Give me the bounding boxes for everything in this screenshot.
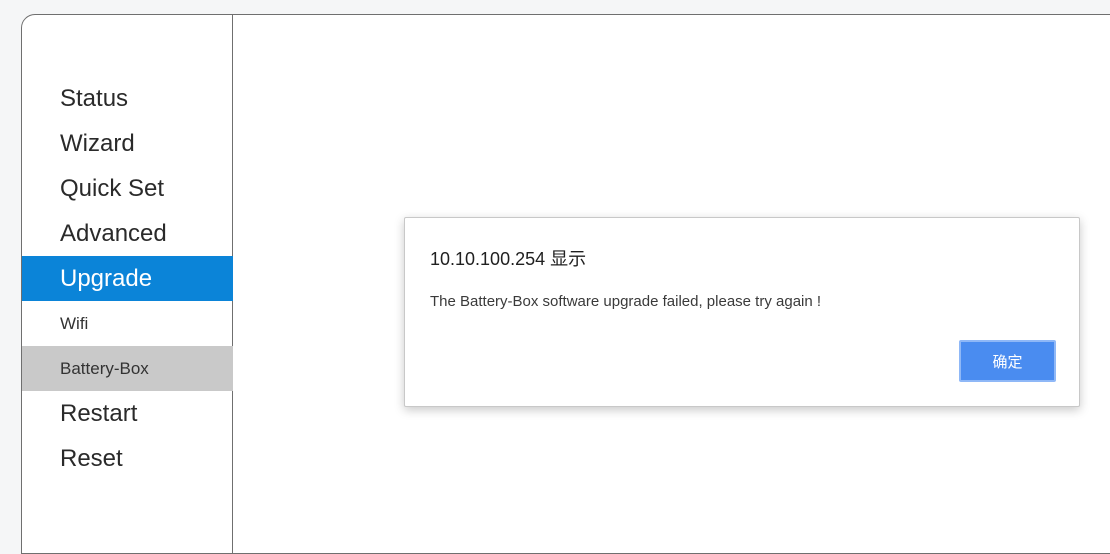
sidebar-subitem-wifi[interactable]: Wifi (22, 301, 233, 346)
sidebar-item-advanced[interactable]: Advanced (22, 211, 233, 256)
sidebar-item-reset[interactable]: Reset (22, 436, 233, 481)
ok-button[interactable]: 确定 (959, 340, 1056, 382)
sidebar-item-wizard[interactable]: Wizard (22, 121, 233, 166)
sidebar-item-quick-set[interactable]: Quick Set (22, 166, 233, 211)
alert-dialog: 10.10.100.254 显示 The Battery-Box softwar… (404, 217, 1080, 407)
sidebar-item-upgrade[interactable]: Upgrade (22, 256, 233, 301)
dialog-title: 10.10.100.254 显示 (430, 249, 587, 269)
sidebar: Status Wizard Quick Set Advanced Upgrade… (22, 15, 233, 553)
sidebar-item-restart[interactable]: Restart (22, 391, 233, 436)
sidebar-subitem-battery-box[interactable]: Battery-Box (22, 346, 233, 391)
sidebar-menu: Status Wizard Quick Set Advanced Upgrade… (22, 76, 233, 481)
sidebar-item-status[interactable]: Status (22, 76, 233, 121)
dialog-message: The Battery-Box software upgrade failed,… (430, 293, 822, 310)
